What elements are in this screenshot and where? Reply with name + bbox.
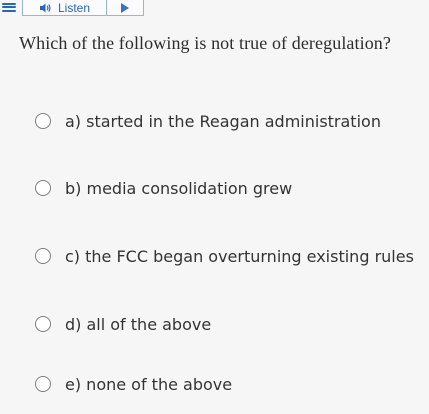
menu-bar <box>2 9 16 12</box>
listen-control: Listen <box>22 0 145 16</box>
option-label: e) none of the above <box>65 374 233 394</box>
option-label: a) started in the Reagan administration <box>65 111 381 131</box>
menu-bar <box>2 6 16 8</box>
radio-button[interactable] <box>35 113 51 129</box>
option-label: b) media consolidation grew <box>65 178 293 198</box>
question-text: Which of the following is not true of de… <box>19 33 391 53</box>
radio-button[interactable] <box>35 316 51 332</box>
radio-button[interactable] <box>35 376 51 392</box>
option-label: c) the FCC began overturning existing ru… <box>65 246 414 266</box>
quiz-page: Listen Which of the following is not tru… <box>0 0 429 414</box>
answer-option-c[interactable]: c) the FCC began overturning existing ru… <box>35 245 414 267</box>
play-button[interactable] <box>106 0 143 15</box>
hamburger-menu-icon[interactable] <box>2 0 16 14</box>
answer-option-b[interactable]: b) media consolidation grew <box>35 177 292 199</box>
listen-button[interactable]: Listen <box>23 0 106 15</box>
answer-option-d[interactable]: d) all of the above <box>35 313 211 335</box>
answer-option-e[interactable]: e) none of the above <box>35 373 232 395</box>
option-label: d) all of the above <box>65 314 212 334</box>
radio-button[interactable] <box>35 180 51 196</box>
toolbar: Listen <box>0 0 145 16</box>
listen-label: Listen <box>58 0 91 15</box>
menu-bar <box>2 2 16 5</box>
speaker-icon <box>39 2 52 14</box>
play-icon <box>121 2 130 13</box>
answer-option-a[interactable]: a) started in the Reagan administration <box>35 110 381 132</box>
radio-button[interactable] <box>35 248 51 264</box>
